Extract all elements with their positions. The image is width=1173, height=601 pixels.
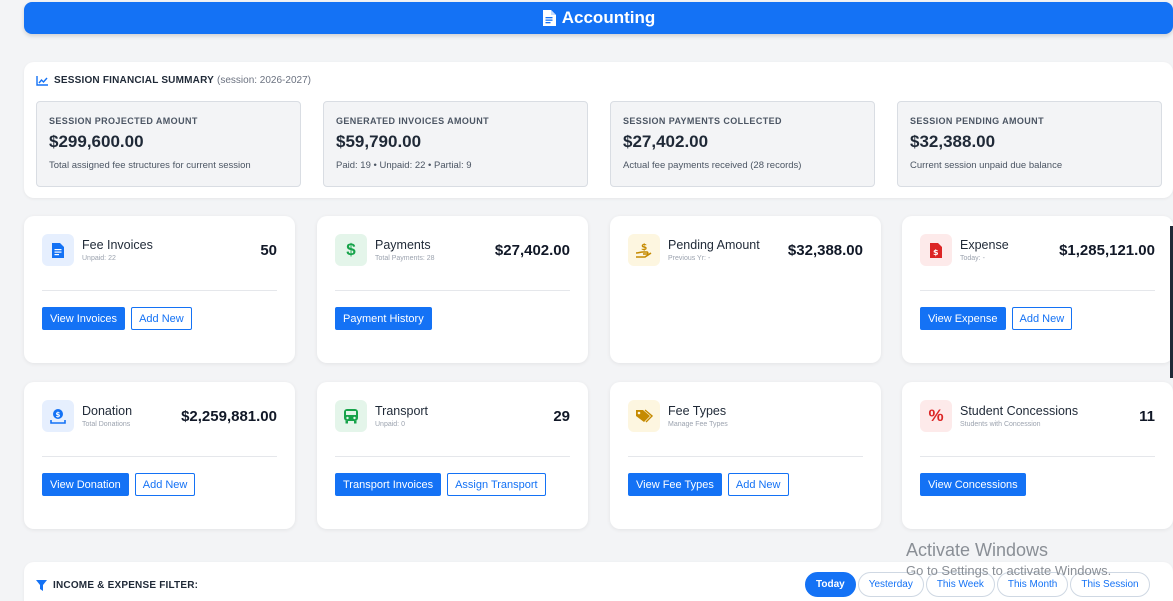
stat-pending-amount: SESSION PENDING AMOUNT $32,388.00 Curren… [897,101,1162,187]
document-icon [542,10,556,26]
card-subtitle: Today: - [960,255,985,262]
card-title: Pending Amount [668,238,760,252]
divider [42,456,277,457]
card-title: Donation [82,404,133,418]
page-title: Accounting [561,8,656,27]
card-fee-types: Fee Types Manage Fee Types View Fee Type… [610,382,881,529]
view-donation-button[interactable]: View Donation [42,473,129,496]
view-invoices-button[interactable]: View Invoices [42,307,126,330]
filter-this-month[interactable]: This Month [996,572,1069,597]
card-value: $1,285,121.00 [1059,242,1155,259]
card-subtitle: Unpaid: 22 [82,255,116,262]
svg-text:$: $ [933,248,939,257]
stat-sub: Total assigned fee structures for curren… [49,160,251,171]
stat-value: $299,600.00 [49,132,144,151]
card-title: Fee Types [668,404,727,418]
stat-projected-amount: SESSION PROJECTED AMOUNT $299,600.00 Tot… [36,101,301,187]
filter-yesterday[interactable]: Yesterday [857,572,924,597]
stat-label: GENERATED INVOICES AMOUNT [336,116,490,126]
payment-history-button[interactable]: Payment History [335,307,432,330]
card-payments: $ Payments Total Payments: 28 $27,402.00… [317,216,588,363]
filter-today[interactable]: Today [805,572,856,597]
stat-label: SESSION PAYMENTS COLLECTED [623,116,782,126]
filter-heading: INCOME & EXPENSE FILTER: [36,580,198,591]
divider [920,456,1155,457]
card-title: Payments [375,238,431,252]
divider [335,456,570,457]
expense-file-icon: $ [920,234,952,266]
session-financial-summary: SESSION FINANCIAL SUMMARY (session: 2026… [24,62,1173,198]
stat-value: $27,402.00 [623,132,709,151]
stat-payments-collected: SESSION PAYMENTS COLLECTED $27,402.00 Ac… [610,101,875,187]
card-title: Transport [375,404,429,418]
assign-transport-button[interactable]: Assign Transport [447,473,546,496]
stat-value: $32,388.00 [910,132,996,151]
watermark-line1: Activate Windows [906,540,1049,560]
card-value: 50 [260,242,277,259]
view-concessions-button[interactable]: View Concessions [920,473,1026,496]
stat-generated-invoices: GENERATED INVOICES AMOUNT $59,790.00 Pai… [323,101,588,187]
card-title: Student Concessions [960,404,1079,418]
card-subtitle: Total Payments: 28 [375,255,435,262]
summary-session: (session: 2026-2027) [217,75,311,86]
summary-heading: SESSION FINANCIAL SUMMARY (session: 2026… [36,75,311,86]
card-donation: $ Donation Total Donations $2,259,881.00… [24,382,295,529]
divider [42,290,277,291]
stat-sub: Paid: 19 • Unpaid: 22 • Partial: 9 [336,160,472,171]
divider [628,456,863,457]
card-subtitle: Unpaid: 0 [375,421,405,428]
add-fee-type-button[interactable]: Add New [727,473,789,496]
tags-icon [628,400,660,432]
card-pending-amount: $ Pending Amount Previous Yr: - $32,388.… [610,216,881,363]
card-value: $32,388.00 [787,242,863,259]
card-student-concessions: % Student Concessions Students with Conc… [902,382,1173,529]
line-chart-icon [36,75,48,86]
stat-label: SESSION PROJECTED AMOUNT [49,116,198,126]
income-expense-filter: INCOME & EXPENSE FILTER: Today Yesterday… [24,562,1173,601]
divider [920,290,1155,291]
stat-label: SESSION PENDING AMOUNT [910,116,1044,126]
invoice-icon [42,234,74,266]
add-invoice-button[interactable]: Add New [131,307,192,330]
card-subtitle: Students with Concession [960,421,1041,428]
card-fee-invoices: Fee Invoices Unpaid: 22 50 View Invoices… [24,216,295,363]
card-subtitle: Total Donations [82,421,131,428]
dollar-icon: $ [335,234,367,266]
card-value: 29 [553,408,570,425]
page-header: Accounting [24,2,1173,34]
card-value: 11 [1139,408,1155,425]
card-value: $2,259,881.00 [181,408,277,425]
card-title: Expense [960,238,1009,252]
summary-title: SESSION FINANCIAL SUMMARY [54,75,215,86]
filter-this-week[interactable]: This Week [925,572,995,597]
transport-invoices-button[interactable]: Transport Invoices [335,473,442,496]
stat-sub: Current session unpaid due balance [910,160,1063,171]
card-subtitle: Manage Fee Types [668,421,728,428]
stat-sub: Actual fee payments received (28 records… [623,160,802,171]
card-subtitle: Previous Yr: - [668,255,711,262]
filter-options: Today Yesterday This Week This Month Thi… [805,572,1150,597]
percent-icon: % [920,400,952,432]
divider [335,290,570,291]
card-expense: $ Expense Today: - $1,285,121.00 View Ex… [902,216,1173,363]
filter-icon [36,580,47,591]
bus-icon [335,400,367,432]
card-value: $27,402.00 [494,242,570,259]
filter-this-session[interactable]: This Session [1070,572,1150,597]
view-expense-button[interactable]: View Expense [920,307,1006,330]
hand-coin-icon: $ [628,234,660,266]
view-fee-types-button[interactable]: View Fee Types [628,473,722,496]
donation-icon: $ [42,400,74,432]
add-expense-button[interactable]: Add New [1011,307,1073,330]
stat-value: $59,790.00 [336,132,422,151]
card-title: Fee Invoices [82,238,153,252]
card-transport: Transport Unpaid: 0 29 Transport Invoice… [317,382,588,529]
add-donation-button[interactable]: Add New [134,473,196,496]
svg-text:$: $ [56,411,61,419]
filter-title: INCOME & EXPENSE FILTER: [53,580,199,591]
